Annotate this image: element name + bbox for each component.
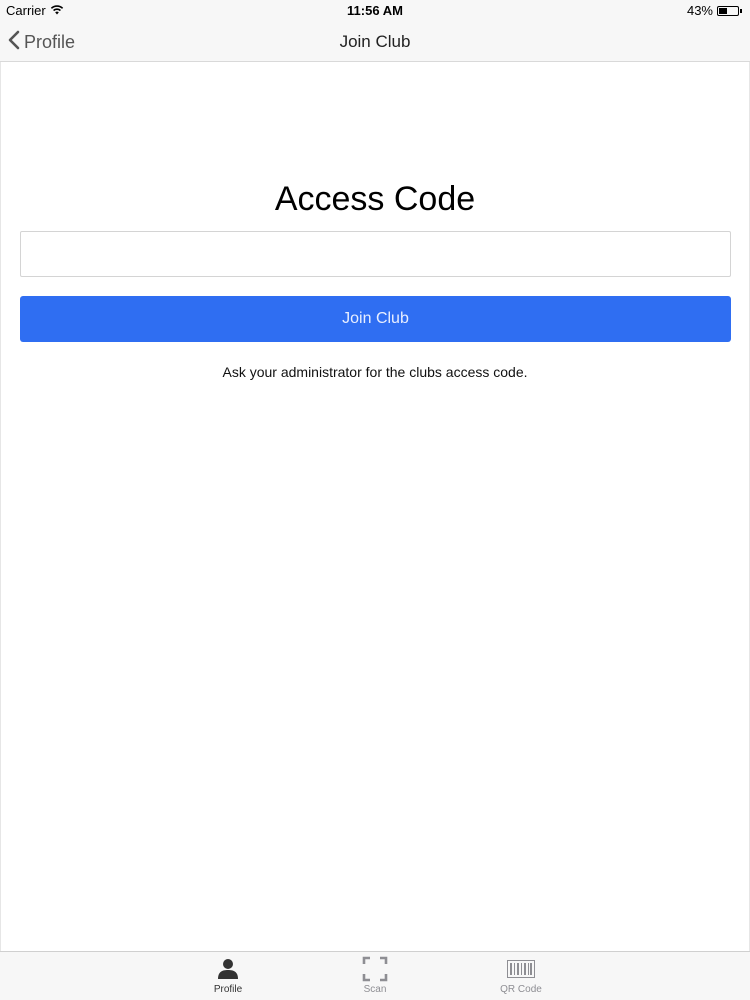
tab-qr-code[interactable]: QR Code [471, 956, 571, 998]
access-code-input[interactable] [20, 231, 731, 277]
barcode-icon [507, 956, 535, 982]
tab-bar: Profile Scan QR Code [0, 951, 750, 1000]
battery-icon [717, 5, 739, 16]
join-club-button[interactable]: Join Club [20, 296, 731, 342]
tab-label: Scan [363, 984, 387, 995]
tab-label: Profile [213, 984, 243, 995]
navigation-bar: Profile Join Club [0, 22, 750, 62]
scan-frame-icon [362, 956, 388, 982]
status-time: 11:56 AM [347, 3, 403, 18]
battery-tip [740, 8, 742, 13]
tab-scan[interactable]: Scan [325, 956, 425, 998]
status-bar: Carrier 11:56 AM 43% [0, 0, 750, 22]
page-title: Join Club [339, 32, 411, 51]
person-icon [217, 956, 239, 982]
access-code-hint: Ask your administrator for the clubs acc… [222, 364, 528, 380]
join-club-content: Access Code Join Club Ask your administr… [0, 62, 750, 951]
tab-profile[interactable]: Profile [178, 956, 278, 998]
tab-label: QR Code [500, 984, 542, 995]
access-code-heading: Access Code [274, 180, 476, 218]
battery-percent: 43% [686, 3, 713, 18]
battery-indicator: 43% [687, 3, 742, 18]
battery-level [719, 7, 727, 14]
